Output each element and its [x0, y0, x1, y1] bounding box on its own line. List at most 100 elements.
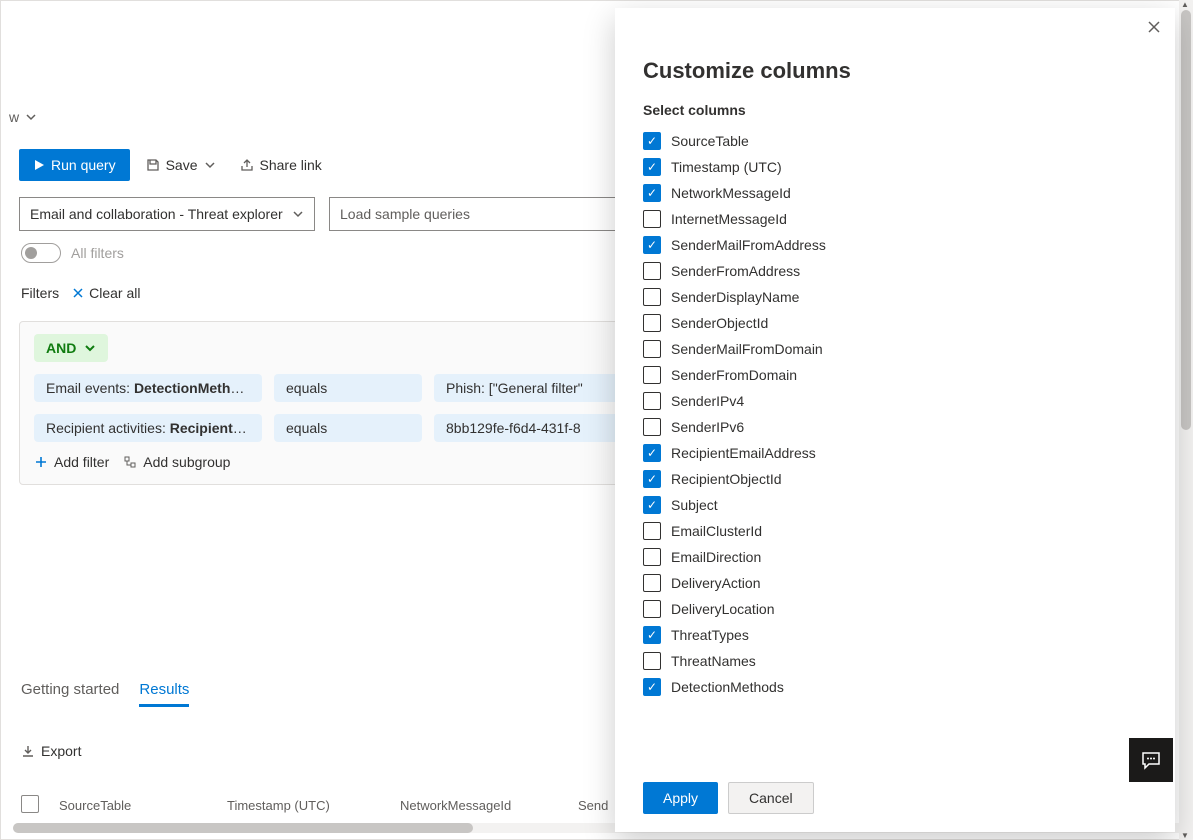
- column-label: SenderObjectId: [671, 315, 768, 331]
- column-checkbox[interactable]: [643, 340, 661, 358]
- column-label: SenderDisplayName: [671, 289, 799, 305]
- column-label: RecipientObjectId: [671, 471, 782, 487]
- column-checkbox[interactable]: [643, 366, 661, 384]
- filter-op: equals: [286, 420, 327, 436]
- column-checkbox[interactable]: [643, 418, 661, 436]
- export-button[interactable]: Export: [21, 743, 81, 759]
- add-subgroup-label: Add subgroup: [143, 454, 230, 470]
- column-header[interactable]: Timestamp (UTC): [227, 798, 382, 813]
- column-option[interactable]: SenderMailFromDomain: [643, 336, 1147, 362]
- all-filters-toggle[interactable]: [21, 243, 61, 263]
- column-checkbox[interactable]: [643, 262, 661, 280]
- column-checkbox[interactable]: [643, 522, 661, 540]
- column-header[interactable]: Send: [578, 798, 608, 813]
- column-checkbox[interactable]: [643, 496, 661, 514]
- column-option[interactable]: DeliveryLocation: [643, 596, 1147, 622]
- subgroup-icon: [123, 455, 137, 469]
- share-link-button[interactable]: Share link: [232, 151, 330, 179]
- tab-getting-started[interactable]: Getting started: [21, 681, 119, 707]
- save-icon: [146, 158, 160, 172]
- filter-value: 8bb129fe-f6d4-431f-8: [446, 420, 581, 436]
- column-checkbox[interactable]: [643, 600, 661, 618]
- column-header[interactable]: SourceTable: [59, 798, 209, 813]
- select-all-checkbox[interactable]: [21, 795, 41, 816]
- column-checkbox[interactable]: [643, 288, 661, 306]
- column-checkbox[interactable]: [643, 548, 661, 566]
- scroll-up-arrow[interactable]: ▲: [1181, 0, 1189, 9]
- column-header[interactable]: NetworkMessageId: [400, 798, 560, 813]
- close-panel-button[interactable]: [1147, 20, 1161, 34]
- cancel-button[interactable]: Cancel: [728, 782, 814, 814]
- column-option[interactable]: SourceTable: [643, 128, 1147, 154]
- column-option[interactable]: EmailDirection: [643, 544, 1147, 570]
- scrollbar-thumb[interactable]: [13, 823, 473, 833]
- column-option[interactable]: SenderIPv6: [643, 414, 1147, 440]
- column-option[interactable]: EmailClusterId: [643, 518, 1147, 544]
- column-label: Timestamp (UTC): [671, 159, 782, 175]
- scroll-down-arrow[interactable]: ▼: [1181, 831, 1189, 840]
- column-checkbox[interactable]: [643, 678, 661, 696]
- filter-field-prefix: Recipient activities:: [46, 420, 170, 436]
- column-option[interactable]: ThreatNames: [643, 648, 1147, 674]
- filter-field-name: DetectionMethods: [134, 380, 255, 396]
- filter-op-pill[interactable]: equals: [274, 374, 422, 402]
- filter-field-pill[interactable]: Email events: DetectionMethods: [34, 374, 262, 402]
- column-checkbox[interactable]: [643, 236, 661, 254]
- scope-dropdown[interactable]: Email and collaboration - Threat explore…: [19, 197, 315, 231]
- column-label: InternetMessageId: [671, 211, 787, 227]
- share-icon: [240, 158, 254, 172]
- column-option[interactable]: SenderFromAddress: [643, 258, 1147, 284]
- column-option[interactable]: SenderMailFromAddress: [643, 232, 1147, 258]
- filter-field-pill[interactable]: Recipient activities: RecipientObj…: [34, 414, 262, 442]
- view-dropdown-suffix: w: [9, 109, 19, 125]
- column-checkbox[interactable]: [643, 314, 661, 332]
- clear-all-button[interactable]: Clear all: [71, 285, 140, 301]
- tab-results[interactable]: Results: [139, 681, 189, 707]
- close-icon: [1147, 20, 1161, 34]
- play-icon: [33, 159, 45, 171]
- feedback-button[interactable]: [1129, 738, 1173, 782]
- column-option[interactable]: DeliveryAction: [643, 570, 1147, 596]
- all-filters-label: All filters: [71, 245, 124, 261]
- filter-op-pill[interactable]: equals: [274, 414, 422, 442]
- column-checkbox[interactable]: [643, 184, 661, 202]
- scrollbar-thumb[interactable]: [1181, 10, 1191, 430]
- column-option[interactable]: RecipientObjectId: [643, 466, 1147, 492]
- filter-op: equals: [286, 380, 327, 396]
- chat-icon: [1141, 750, 1161, 770]
- column-label: SenderFromDomain: [671, 367, 797, 383]
- column-option[interactable]: ThreatTypes: [643, 622, 1147, 648]
- save-button[interactable]: Save: [138, 151, 224, 179]
- run-query-button[interactable]: Run query: [19, 149, 130, 181]
- column-checkbox[interactable]: [643, 470, 661, 488]
- column-option[interactable]: SenderIPv4: [643, 388, 1147, 414]
- save-label: Save: [166, 157, 198, 173]
- column-checkbox[interactable]: [643, 158, 661, 176]
- column-checkbox[interactable]: [643, 210, 661, 228]
- column-checkbox[interactable]: [643, 626, 661, 644]
- operator-chip[interactable]: AND: [34, 334, 108, 362]
- column-option[interactable]: SenderDisplayName: [643, 284, 1147, 310]
- column-label: RecipientEmailAddress: [671, 445, 816, 461]
- column-option[interactable]: RecipientEmailAddress: [643, 440, 1147, 466]
- column-option[interactable]: DetectionMethods: [643, 674, 1147, 700]
- column-option[interactable]: NetworkMessageId: [643, 180, 1147, 206]
- column-option[interactable]: SenderObjectId: [643, 310, 1147, 336]
- add-filter-button[interactable]: Add filter: [34, 454, 109, 470]
- column-label: EmailDirection: [671, 549, 761, 565]
- column-option[interactable]: Timestamp (UTC): [643, 154, 1147, 180]
- column-label: SenderMailFromDomain: [671, 341, 823, 357]
- column-checkbox[interactable]: [643, 652, 661, 670]
- view-dropdown[interactable]: w: [9, 109, 37, 125]
- vertical-scrollbar[interactable]: ▲ ▼: [1179, 0, 1193, 840]
- column-checkbox[interactable]: [643, 444, 661, 462]
- column-option[interactable]: SenderFromDomain: [643, 362, 1147, 388]
- column-checkbox[interactable]: [643, 574, 661, 592]
- apply-button[interactable]: Apply: [643, 782, 718, 814]
- column-option[interactable]: InternetMessageId: [643, 206, 1147, 232]
- column-label: SenderIPv6: [671, 419, 744, 435]
- column-checkbox[interactable]: [643, 132, 661, 150]
- column-option[interactable]: Subject: [643, 492, 1147, 518]
- add-subgroup-button[interactable]: Add subgroup: [123, 454, 230, 470]
- column-checkbox[interactable]: [643, 392, 661, 410]
